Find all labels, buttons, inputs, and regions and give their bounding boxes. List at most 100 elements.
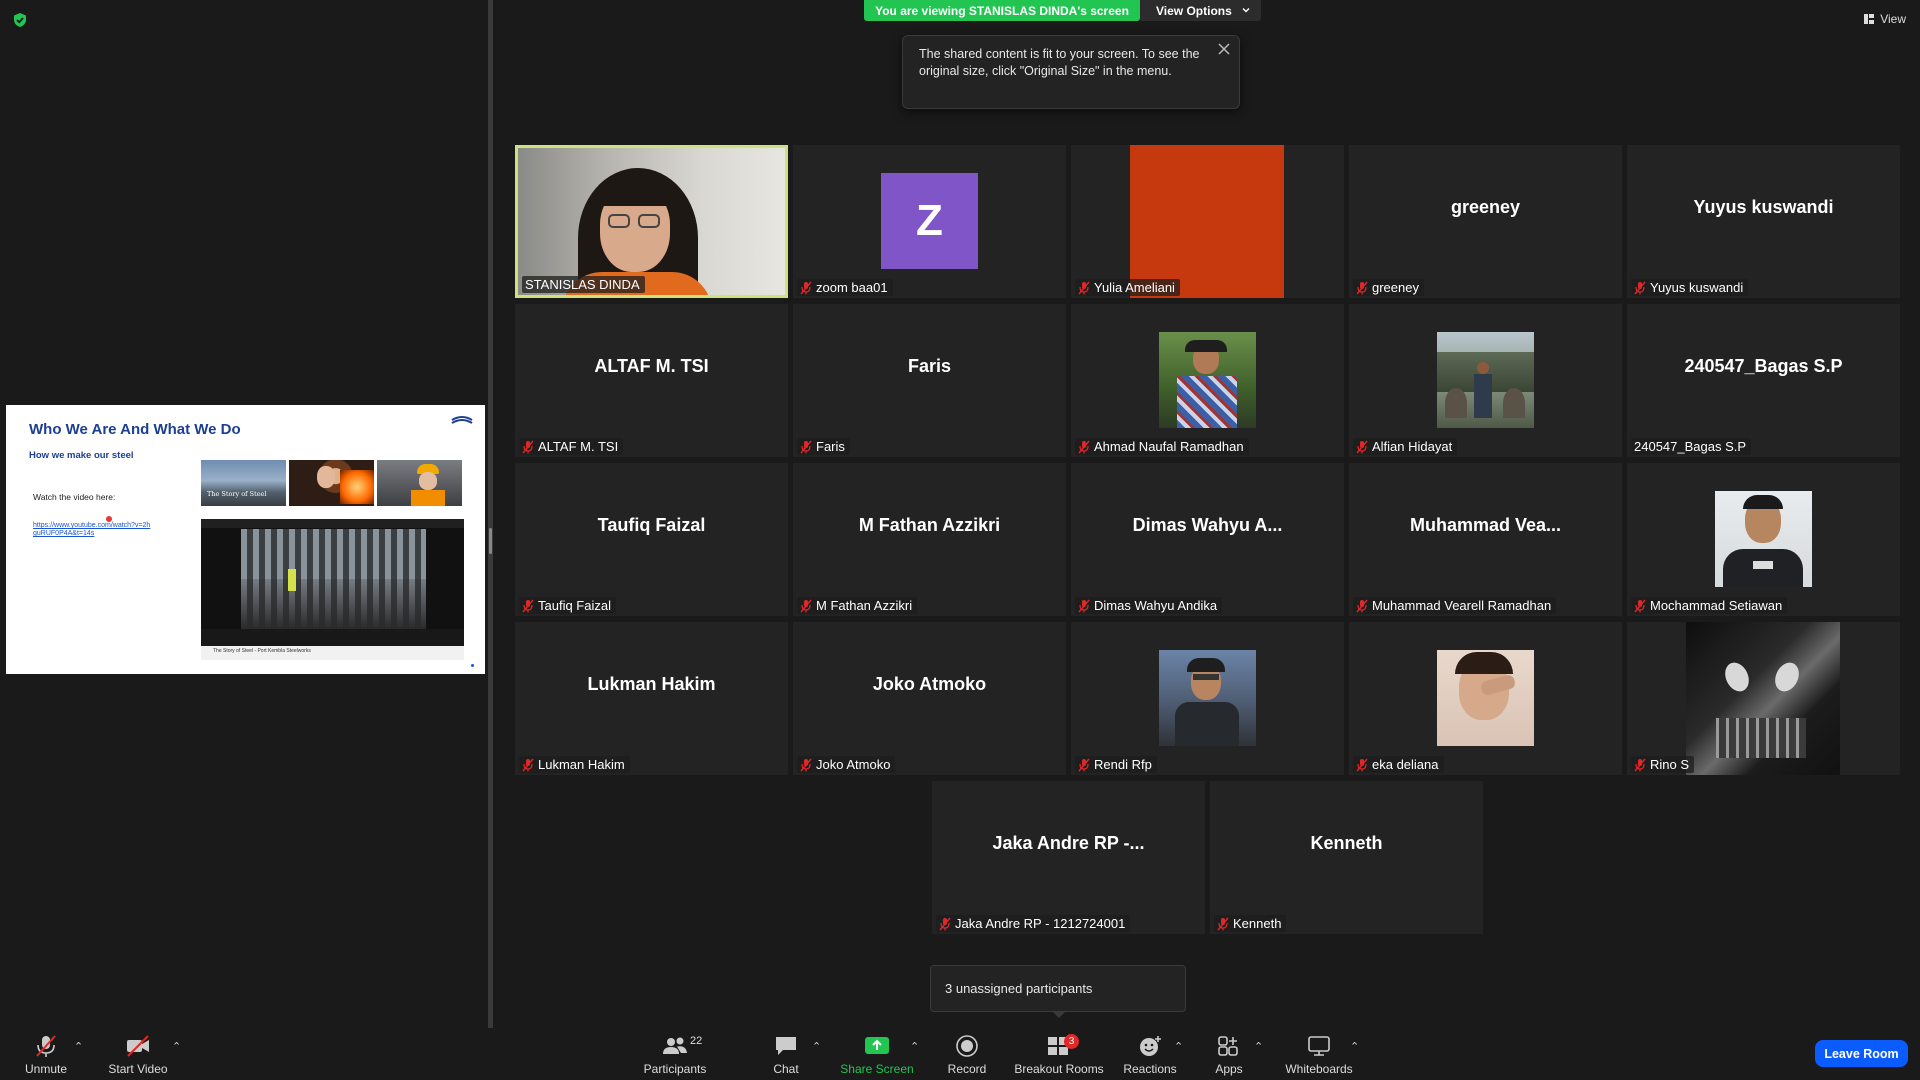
video-feed [1686, 622, 1840, 775]
participant-display-name: 240547_Bagas S.P [1684, 356, 1843, 376]
slide-title: Who We Are And What We Do [29, 421, 241, 438]
audio-options-caret-icon[interactable]: ⌃ [74, 1040, 83, 1053]
whiteboards-options-caret-icon[interactable]: ⌃ [1350, 1040, 1359, 1053]
participant-tile[interactable]: M Fathan Azzikri M Fathan Azzikri [793, 463, 1066, 616]
share-screen-button[interactable]: Share Screen [840, 1028, 914, 1080]
muted-microphone-icon [1356, 281, 1368, 294]
view-options-button[interactable]: View Options [1140, 0, 1261, 21]
panel-divider[interactable] [488, 0, 493, 1028]
unmute-label: Unmute [24, 1062, 68, 1076]
divider-drag-handle[interactable] [489, 528, 492, 554]
profile-photo [1159, 650, 1256, 746]
start-video-label: Start Video [108, 1062, 168, 1076]
participant-name-label: greeney [1353, 279, 1424, 296]
participant-name: Muhammad Vearell Ramadhan [1372, 598, 1552, 613]
share-options-caret-icon[interactable]: ⌃ [910, 1040, 919, 1053]
participant-tile[interactable]: greeney greeney [1349, 145, 1622, 298]
chat-options-caret-icon[interactable]: ⌃ [812, 1040, 821, 1053]
participant-name: Taufiq Faizal [538, 598, 611, 613]
participant-tile[interactable]: Kenneth Kenneth [1210, 781, 1483, 934]
participant-tile[interactable]: Alfian Hidayat [1349, 304, 1622, 457]
view-label: View [1880, 12, 1906, 26]
muted-microphone-icon [1356, 599, 1368, 612]
participant-tile[interactable]: 240547_Bagas S.P 240547_Bagas S.P [1627, 304, 1900, 457]
record-label: Record [947, 1062, 987, 1076]
apps-icon [1218, 1036, 1238, 1056]
participant-tile[interactable]: Joko Atmoko Joko Atmoko [793, 622, 1066, 775]
leave-room-button[interactable]: Leave Room [1815, 1040, 1908, 1067]
participant-display-name: M Fathan Azzikri [858, 515, 1001, 535]
embedded-video-player[interactable] [201, 519, 464, 646]
participant-tile[interactable]: ALTAF M. TSI ALTAF M. TSI [515, 304, 788, 457]
participants-count: 22 [690, 1035, 703, 1047]
video-camera-off-icon [127, 1035, 149, 1057]
share-screen-icon [865, 1037, 889, 1054]
unassigned-participants-tooltip[interactable]: 3 unassigned participants [930, 965, 1186, 1012]
profile-photo [1715, 491, 1812, 587]
apps-button[interactable]: Apps [1214, 1028, 1244, 1080]
apps-options-caret-icon[interactable]: ⌃ [1254, 1040, 1263, 1053]
participant-tile[interactable]: Yuyus kuswandi Yuyus kuswandi [1627, 145, 1900, 298]
participant-name-label: Alfian Hidayat [1353, 438, 1458, 455]
participant-tile[interactable]: Jaka Andre RP -... Jaka Andre RP - 121272… [932, 781, 1205, 934]
participant-tile[interactable]: Zzoom baa01 [793, 145, 1066, 298]
profile-photo [1159, 332, 1256, 428]
participant-name: 240547_Bagas S.P [1634, 439, 1747, 454]
participant-name: eka deliana [1372, 757, 1439, 772]
participant-name: zoom baa01 [816, 280, 888, 295]
fit-to-screen-tooltip: The shared content is fit to your screen… [902, 35, 1240, 109]
muted-microphone-icon [1356, 440, 1368, 453]
whiteboards-label: Whiteboards [1285, 1062, 1353, 1076]
participant-name-label: Kenneth [1214, 915, 1287, 932]
avatar: Z [881, 173, 978, 269]
participant-tile[interactable]: Rendi Rfp [1071, 622, 1344, 775]
unmute-button[interactable]: Unmute [18, 1028, 74, 1080]
view-options-label: View Options [1156, 3, 1232, 18]
grid-view-icon [1864, 14, 1875, 24]
participant-display-name: greeney [1450, 197, 1521, 217]
participant-name: Faris [816, 439, 845, 454]
close-icon[interactable] [1217, 42, 1231, 56]
participant-display-name: Joko Atmoko [872, 674, 987, 694]
apps-label: Apps [1215, 1062, 1243, 1076]
share-screen-label: Share Screen [840, 1062, 914, 1076]
participant-tile[interactable]: Muhammad Vea... Muhammad Vearell Ramadhan [1349, 463, 1622, 616]
participant-name: M Fathan Azzikri [816, 598, 913, 613]
participant-tile[interactable]: Yulia Ameliani [1071, 145, 1344, 298]
participant-name: STANISLAS DINDA [525, 277, 640, 292]
reactions-button[interactable]: Reactions [1123, 1028, 1177, 1080]
security-shield-icon[interactable] [12, 12, 28, 28]
participant-tile[interactable]: eka deliana [1349, 622, 1622, 775]
record-button[interactable]: Record [944, 1028, 990, 1080]
start-video-button[interactable]: Start Video [104, 1028, 172, 1080]
whiteboard-icon [1308, 1036, 1330, 1056]
participant-name-label: Rino S [1631, 756, 1695, 773]
whiteboards-button[interactable]: Whiteboards [1284, 1028, 1354, 1080]
video-options-caret-icon[interactable]: ⌃ [172, 1040, 181, 1053]
muted-microphone-icon [800, 599, 812, 612]
participant-tile[interactable]: Dimas Wahyu A... Dimas Wahyu Andika [1071, 463, 1344, 616]
tooltip-text: The shared content is fit to your screen… [919, 47, 1200, 78]
participant-name-label: Jaka Andre RP - 1212724001 [936, 915, 1131, 932]
participant-tile[interactable]: Ahmad Naufal Ramadhan [1071, 304, 1344, 457]
breakout-rooms-button[interactable]: Breakout Rooms [1012, 1028, 1106, 1080]
participant-tile[interactable]: STANISLAS DINDA [515, 145, 788, 298]
thumbnail-caption: The Story of Steel [207, 490, 267, 498]
view-button[interactable]: View [1863, 12, 1906, 26]
participant-tile[interactable]: Lukman Hakim Lukman Hakim [515, 622, 788, 775]
participant-display-name: ALTAF M. TSI [594, 356, 709, 376]
participant-tile[interactable]: Mochammad Setiawan [1627, 463, 1900, 616]
participant-display-name: Yuyus kuswandi [1693, 197, 1834, 217]
participant-name: Alfian Hidayat [1372, 439, 1453, 454]
participant-name-label: ALTAF M. TSI [519, 438, 624, 455]
participants-icon [663, 1037, 687, 1054]
muted-microphone-icon [1217, 917, 1229, 930]
reactions-options-caret-icon[interactable]: ⌃ [1174, 1040, 1183, 1053]
participant-tile[interactable]: Rino S [1627, 622, 1900, 775]
participant-name: Mochammad Setiawan [1650, 598, 1783, 613]
slide-video-link[interactable]: https://www.youtube.com/watch?v=2hguRUF0… [33, 522, 153, 538]
muted-microphone-icon [1634, 758, 1646, 771]
participant-tile[interactable]: Faris Faris [793, 304, 1066, 457]
chat-button[interactable]: Chat [766, 1028, 806, 1080]
participant-tile[interactable]: Taufiq Faizal Taufiq Faizal [515, 463, 788, 616]
